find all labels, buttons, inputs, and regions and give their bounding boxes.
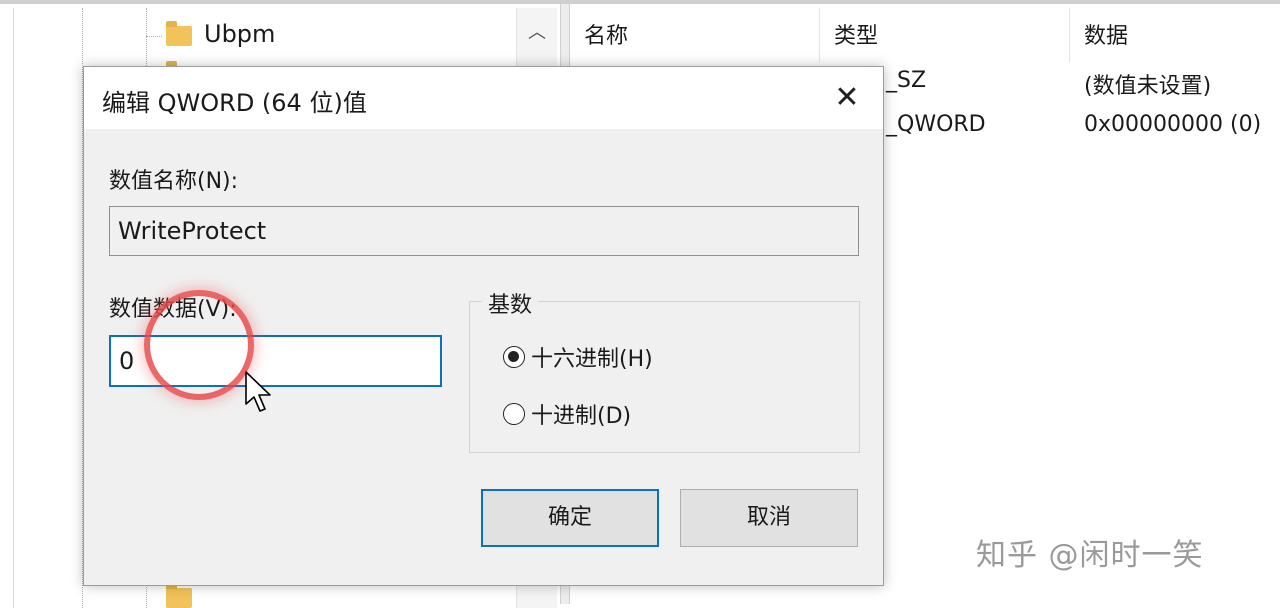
row-type-cell: _QWORD [886, 112, 986, 137]
ok-button[interactable]: 确定 [481, 489, 659, 547]
base-group-title: 基数 [482, 287, 539, 319]
edit-qword-dialog: 编辑 QWORD (64 位)值 ✕ 数值名称(N): WriteProtect… [83, 66, 884, 586]
column-header-data[interactable]: 数据 [1070, 8, 1280, 62]
value-data-input[interactable]: 0 [109, 335, 442, 387]
radio-decimal[interactable]: 十进制(D) [503, 399, 631, 429]
value-name-label: 数值名称(N): [109, 169, 239, 194]
radio-unchecked-icon[interactable] [503, 403, 525, 425]
value-name-field[interactable]: WriteProtect [109, 206, 859, 256]
column-header-type[interactable]: 类型 [820, 8, 1070, 62]
folder-icon [166, 21, 192, 46]
radio-checked-icon[interactable] [503, 346, 525, 368]
tree-item-ubpm[interactable]: Ubpm [204, 20, 275, 48]
column-header-name[interactable]: 名称 [570, 8, 820, 62]
radio-hex[interactable]: 十六进制(H) [503, 342, 653, 372]
cancel-button[interactable]: 取消 [680, 489, 858, 547]
mouse-cursor-icon [245, 371, 271, 412]
row-data-cell: (数值未设置) [1084, 74, 1212, 99]
dialog-title: 编辑 QWORD (64 位)值 [102, 89, 367, 117]
base-groupbox [469, 301, 860, 453]
radio-hex-label[interactable]: 十六进制(H) [531, 341, 653, 373]
tree-connector [146, 36, 162, 37]
close-icon[interactable]: ✕ [824, 75, 870, 121]
radio-decimal-label[interactable]: 十进制(D) [531, 398, 631, 430]
value-data-label: 数值数据(V): [109, 297, 237, 322]
folder-icon [166, 583, 192, 608]
tree-border [13, 8, 14, 608]
row-data-cell: 0x00000000 (0) [1084, 112, 1262, 137]
watermark: 知乎 @闲时一笑 [976, 538, 1204, 573]
row-type-cell: _SZ [886, 68, 927, 93]
scroll-up-arrow-icon[interactable]: ︿ [517, 18, 557, 44]
dialog-titlebar[interactable]: 编辑 QWORD (64 位)值 ✕ [84, 67, 883, 129]
